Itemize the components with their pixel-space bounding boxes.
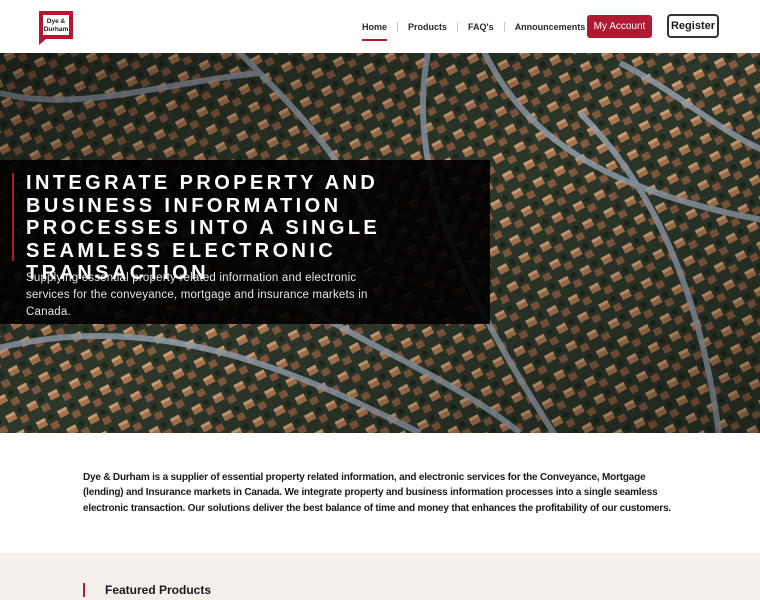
site-header: Dye & Durham Home Products FAQ's Announc… [0, 0, 760, 53]
featured-products-section: Featured Products [0, 553, 760, 600]
hero-banner: Integrate property and business informat… [0, 53, 760, 433]
about-section: Dye & Durham is a supplier of essential … [0, 433, 760, 553]
hero-title: Integrate property and business informat… [26, 172, 381, 284]
about-text: Dye & Durham is a supplier of essential … [83, 472, 672, 514]
nav-faqs[interactable]: FAQ's [458, 0, 504, 53]
nav-products[interactable]: Products [398, 0, 457, 53]
accent-bar [12, 173, 14, 261]
hero-subtitle: Supplying essential property related inf… [26, 272, 368, 318]
logo-text-line2: Durham [44, 26, 69, 33]
register-button[interactable]: Register [667, 14, 719, 38]
my-account-button[interactable]: My Account [587, 15, 652, 38]
logo-text-line1: Dye & [47, 18, 66, 25]
nav-home[interactable]: Home [352, 0, 397, 53]
hero-text-panel: Integrate property and business informat… [0, 160, 490, 324]
accent-bar [83, 583, 85, 597]
dye-durham-logo[interactable]: Dye & Durham [36, 9, 76, 45]
nav-announcements[interactable]: Announcements [505, 0, 596, 53]
main-nav: Home Products FAQ's Announcements [352, 0, 595, 53]
featured-products-heading: Featured Products [105, 583, 212, 597]
